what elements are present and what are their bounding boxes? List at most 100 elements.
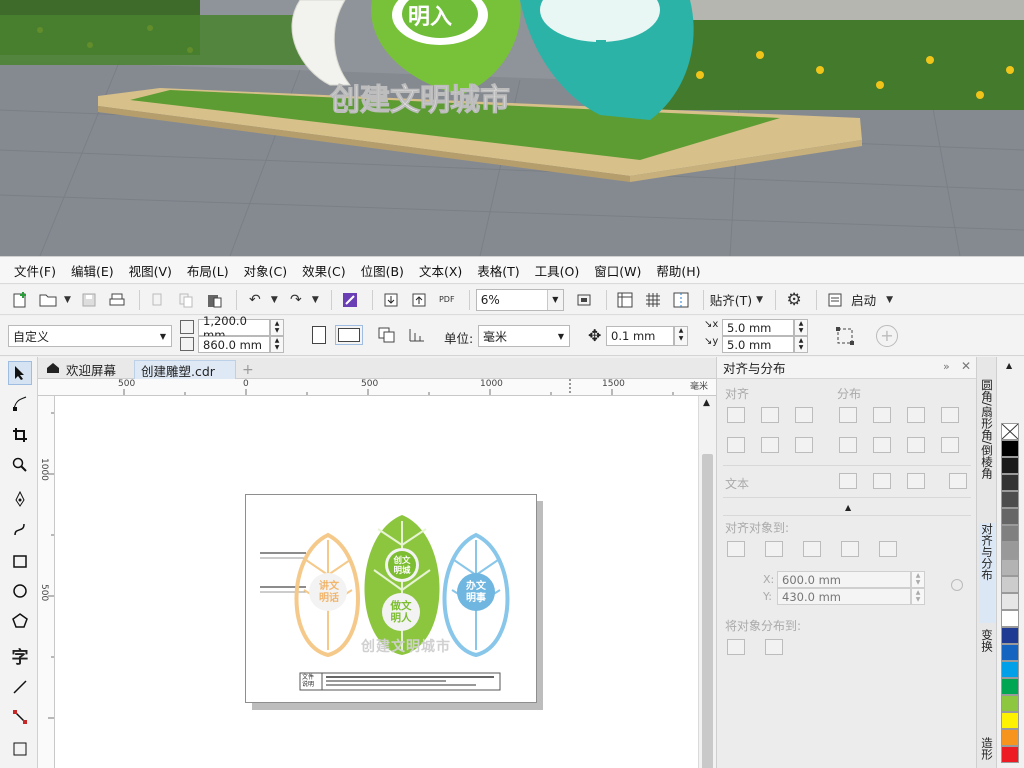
align-right-icon[interactable] (795, 407, 813, 423)
align-center-h-icon[interactable] (761, 407, 779, 423)
color-swatch[interactable] (1001, 474, 1019, 491)
page-height-input[interactable]: 860.0 mm (198, 336, 270, 353)
application-launcher-icon[interactable] (823, 288, 847, 312)
tab-welcome-screen[interactable]: 欢迎屏幕 (40, 360, 122, 379)
align-to-page-edge-icon[interactable] (765, 541, 783, 557)
tab-document[interactable]: 创建雕塑.cdr (134, 360, 236, 379)
rectangle-tool-icon[interactable] (8, 549, 32, 573)
redo-dropdown-icon[interactable]: ▼ (312, 295, 319, 305)
color-swatch[interactable] (1001, 542, 1019, 559)
page-height-stepper[interactable]: ▲ ▼ (270, 336, 284, 353)
freehand-tool-icon[interactable] (8, 487, 32, 511)
canvas-vertical-scrollbar[interactable]: ▲ (698, 396, 716, 768)
save-icon[interactable] (77, 288, 101, 312)
undo-icon[interactable]: ↶ (243, 288, 267, 312)
color-swatch[interactable] (1001, 610, 1019, 627)
text-bounding-box-icon[interactable] (907, 473, 925, 489)
new-document-icon[interactable] (8, 288, 32, 312)
vertical-ruler[interactable]: 1000 500 (38, 396, 55, 768)
zoom-level-combo[interactable]: 6% ▼ (475, 288, 564, 311)
distribute-spacing-v-icon[interactable] (907, 437, 925, 453)
page-width-stepper[interactable]: ▲ ▼ (270, 319, 284, 336)
crop-tool-icon[interactable] (8, 423, 32, 447)
chevron-down-icon[interactable]: ▼ (155, 326, 171, 346)
import-icon[interactable] (379, 288, 403, 312)
full-screen-icon[interactable] (572, 288, 596, 312)
distribute-bottom-icon[interactable] (941, 437, 959, 453)
unit-combo[interactable]: 毫米 ▼ (478, 325, 570, 347)
distribute-right-icon[interactable] (941, 407, 959, 423)
text-last-baseline-icon[interactable] (873, 473, 891, 489)
docker-close-icon[interactable]: ✕ (961, 359, 971, 373)
distribute-top-icon[interactable] (839, 437, 857, 453)
nudge-stepper[interactable]: ▲ ▼ (674, 326, 688, 346)
add-tab-button[interactable]: + (236, 360, 260, 379)
color-swatch[interactable] (1001, 678, 1019, 695)
all-pages-icon[interactable] (376, 325, 398, 345)
polygon-tool-icon[interactable] (8, 609, 32, 633)
color-swatch[interactable] (1001, 593, 1019, 610)
chevron-down-icon[interactable]: ▼ (546, 289, 563, 310)
color-swatch[interactable] (1001, 712, 1019, 729)
ellipse-tool-icon[interactable] (8, 579, 32, 603)
scroll-up-icon[interactable]: ▲ (703, 398, 710, 408)
pick-tool-icon[interactable] (8, 361, 32, 385)
chevron-down-icon[interactable]: ▼ (553, 326, 569, 346)
palette-scroll-up-icon[interactable]: ▲ (1006, 361, 1012, 370)
export-icon[interactable] (407, 288, 431, 312)
treat-as-filled-icon[interactable] (834, 325, 856, 347)
parallel-dimension-tool-icon[interactable] (8, 675, 32, 699)
align-x-input[interactable]: 600.0 mm (777, 571, 911, 588)
launch-label[interactable]: 启动 (851, 290, 876, 309)
color-swatch[interactable] (1001, 695, 1019, 712)
color-swatch[interactable] (1001, 457, 1019, 474)
paste-icon[interactable] (202, 288, 226, 312)
zoom-tool-icon[interactable] (8, 453, 32, 477)
align-to-active-object-icon[interactable] (727, 541, 745, 557)
launch-dropdown-icon[interactable]: ▼ (886, 295, 893, 305)
no-color-swatch[interactable] (1001, 423, 1019, 440)
snap-to-label[interactable]: 贴齐(T) (710, 290, 752, 309)
menu-file[interactable]: 文件(F) (14, 261, 66, 280)
docker-collapse-icon[interactable]: » (943, 360, 950, 373)
color-swatch[interactable] (1001, 559, 1019, 576)
color-swatch[interactable] (1001, 627, 1019, 644)
cut-icon[interactable] (146, 288, 170, 312)
menu-bitmaps[interactable]: 位图(B) (361, 261, 414, 280)
show-guidelines-icon[interactable] (669, 288, 693, 312)
align-top-icon[interactable] (727, 437, 745, 453)
show-grid-icon[interactable] (641, 288, 665, 312)
align-to-point-icon[interactable] (879, 541, 897, 557)
align-center-v-icon[interactable] (761, 437, 779, 453)
distribute-spacing-h-icon[interactable] (907, 407, 925, 423)
color-swatch[interactable] (1001, 525, 1019, 542)
color-swatch[interactable] (1001, 661, 1019, 678)
horizontal-ruler[interactable]: 500 0 500 1000 1500 毫米 (38, 379, 716, 396)
align-x-stepper[interactable]: ▲ ▼ (911, 571, 925, 588)
color-swatch[interactable] (1001, 440, 1019, 457)
portrait-icon[interactable] (312, 326, 326, 344)
connector-tool-icon[interactable] (8, 705, 32, 729)
show-rulers-icon[interactable] (613, 288, 637, 312)
current-page-icon[interactable] (406, 325, 428, 345)
distribute-to-selection-icon[interactable] (727, 639, 745, 655)
drawing-canvas[interactable]: 讲文 明话 创文 明城 做文 明人 办文 明事 创建文明城市 文件 说明 (55, 396, 698, 768)
color-swatch[interactable] (1001, 729, 1019, 746)
section-collapse-icon[interactable]: ▲ (845, 503, 851, 512)
pick-point-icon[interactable] (951, 579, 963, 591)
nudge-distance-input[interactable]: 0.1 mm (606, 326, 674, 346)
duplicate-x-stepper[interactable]: ▲ ▼ (794, 319, 808, 336)
open-folder-icon[interactable] (36, 288, 60, 312)
menu-table[interactable]: 表格(T) (477, 261, 529, 280)
color-swatch[interactable] (1001, 508, 1019, 525)
align-y-input[interactable]: 430.0 mm (777, 588, 911, 605)
interactive-fill-tool-icon[interactable] (8, 737, 32, 761)
options-gear-icon[interactable]: ⚙ (782, 288, 806, 312)
color-swatch[interactable] (1001, 746, 1019, 763)
distribute-center-h-icon[interactable] (873, 407, 891, 423)
distribute-to-page-icon[interactable] (765, 639, 783, 655)
page-width-input[interactable]: 1,200.0 mm (198, 314, 270, 342)
search-content-icon[interactable] (338, 288, 362, 312)
menu-object[interactable]: 对象(C) (244, 261, 297, 280)
paper-preset-combo[interactable]: 自定义 ▼ (8, 325, 172, 347)
